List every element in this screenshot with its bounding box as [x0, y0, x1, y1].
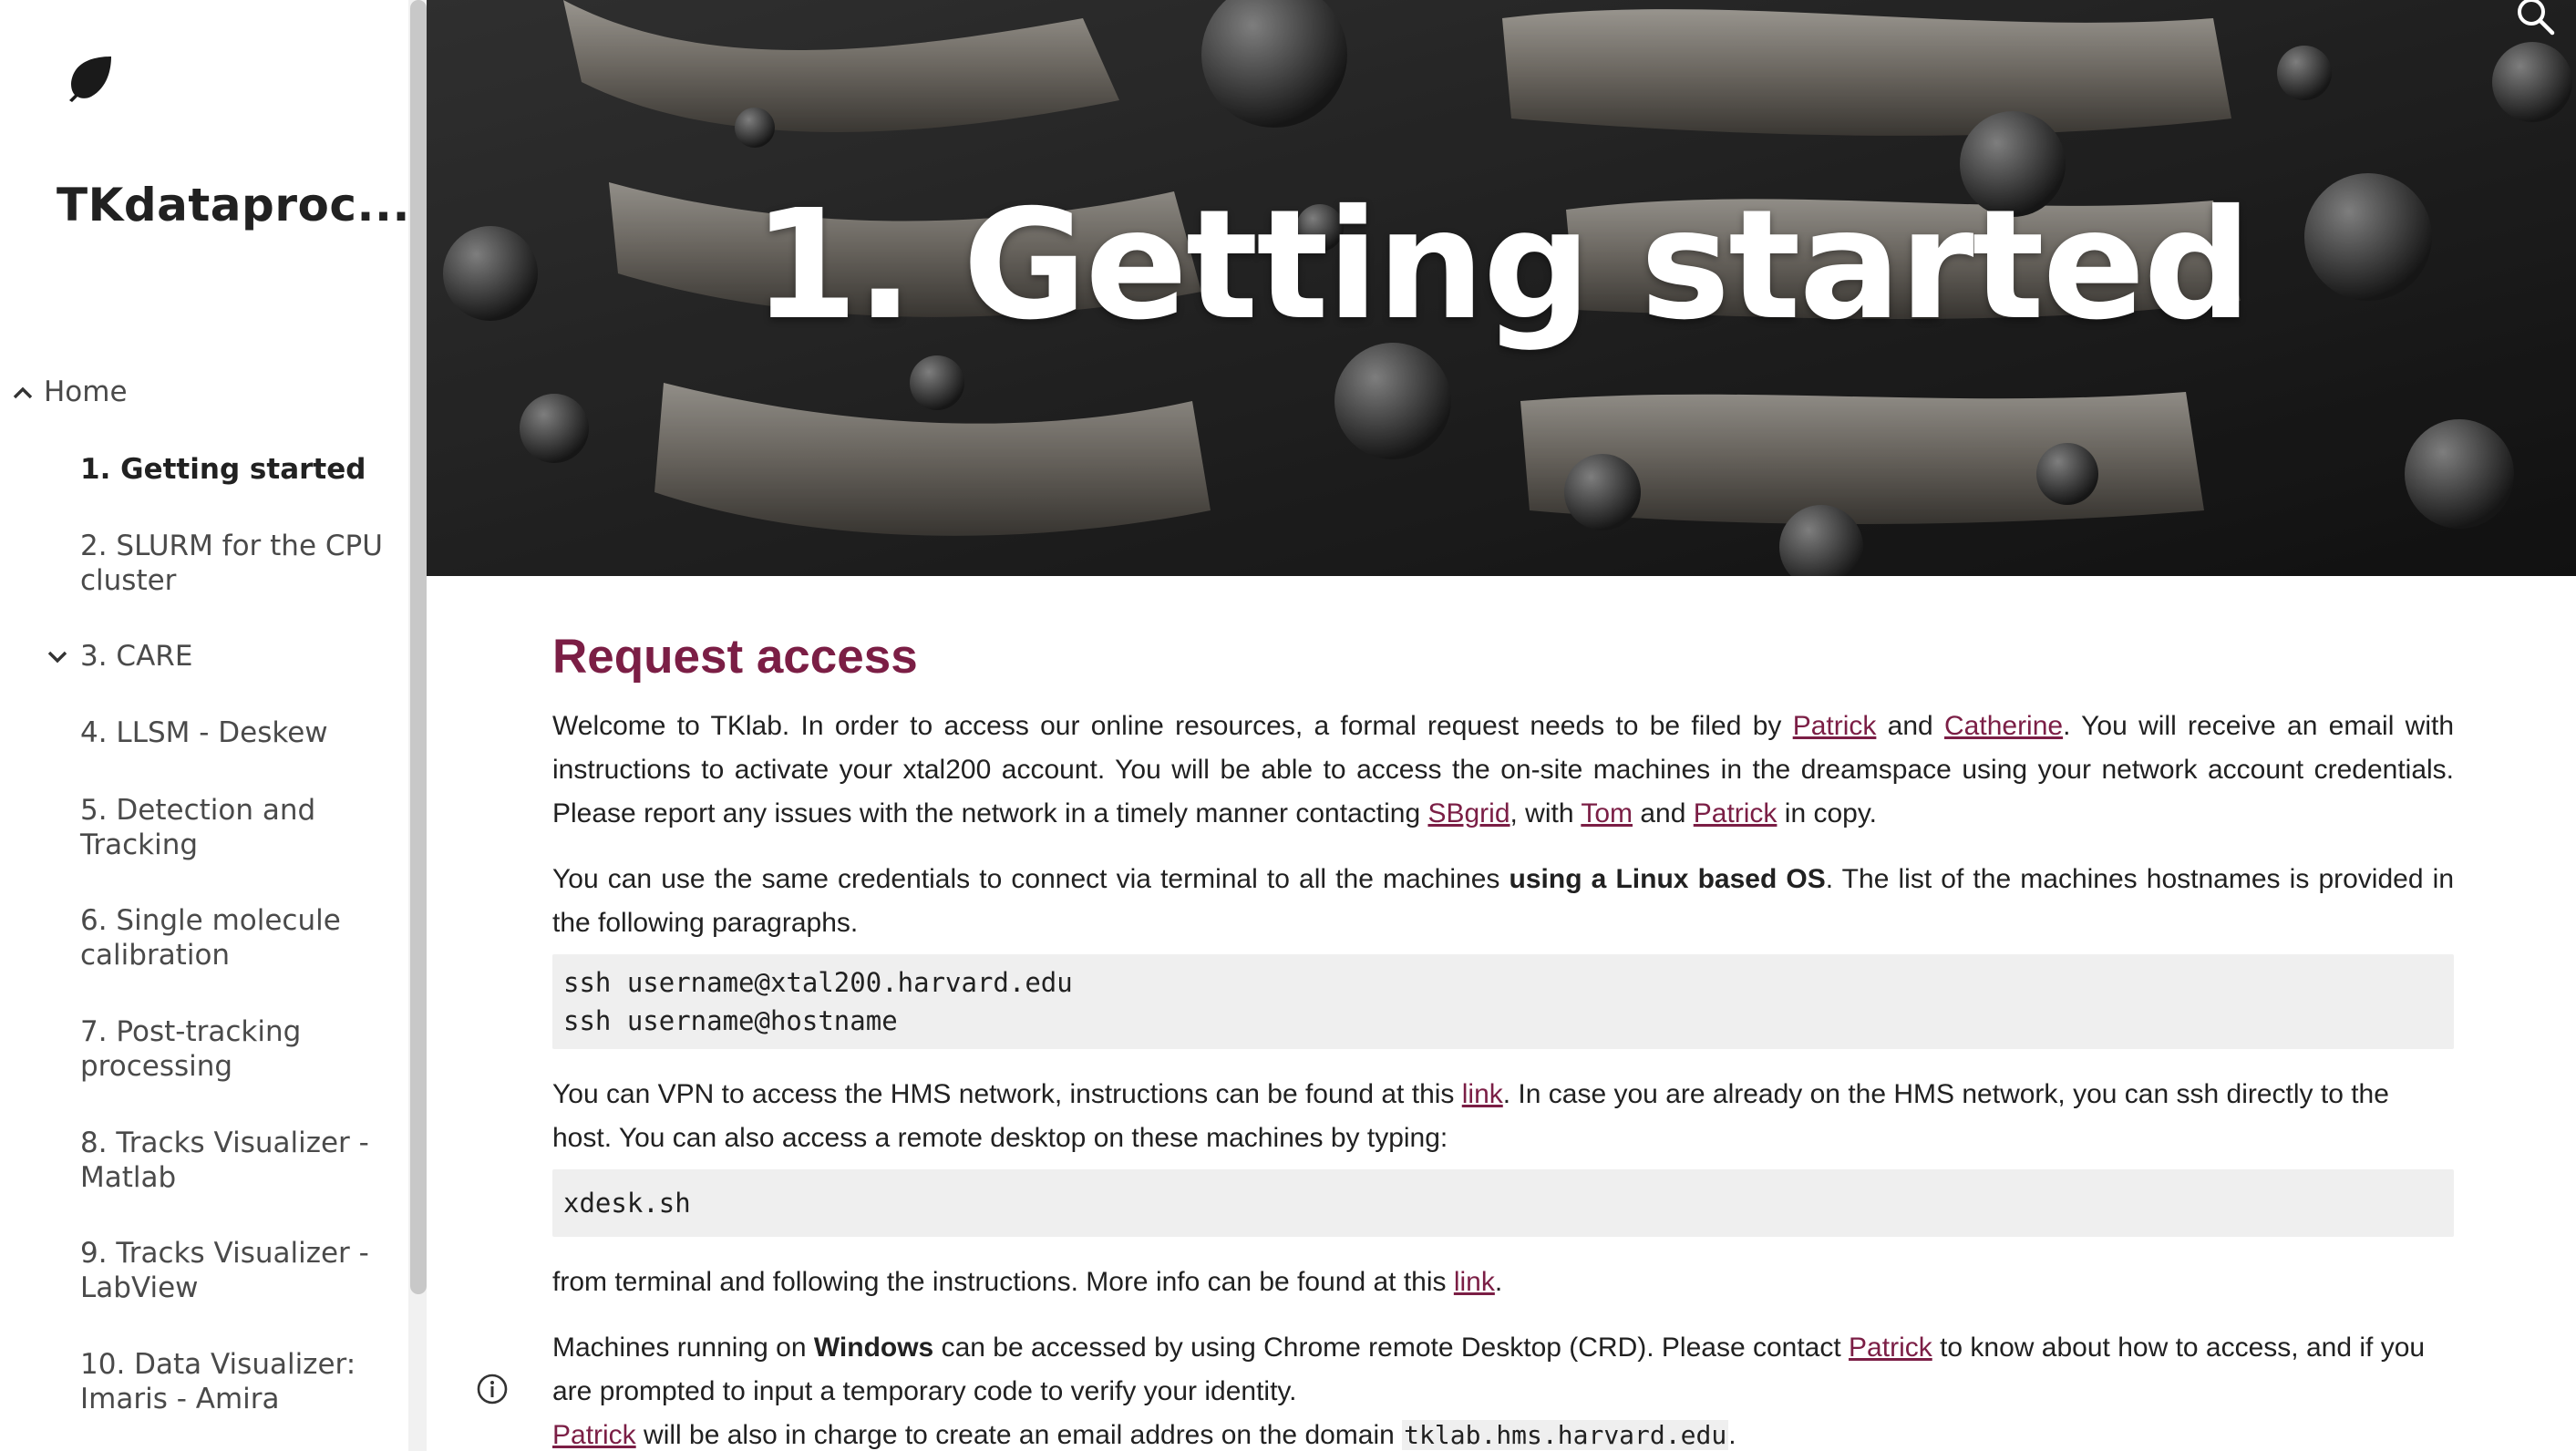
- text: Machines running on: [552, 1333, 814, 1363]
- code-line: ssh username@hostname: [563, 1005, 898, 1036]
- text: and: [1876, 711, 1945, 741]
- sidebar-item-data-visualizer[interactable]: 10. Data Visualizer: Imaris - Amira: [80, 1347, 390, 1416]
- paragraph-email: Patrick will be also in charge to create…: [552, 1414, 2454, 1451]
- sidebar-item-post-tracking[interactable]: 7. Post-tracking processing: [80, 1014, 390, 1084]
- text: Welcome to TKlab. In order to access our…: [552, 711, 1793, 741]
- sidebar-item-tracks-labview[interactable]: 9. Tracks Visualizer - LabView: [80, 1236, 390, 1305]
- paragraph-welcome: Welcome to TKlab. In order to access our…: [552, 705, 2454, 836]
- section-heading-request-access: Request access: [552, 630, 918, 684]
- paragraph-terminal: from terminal and following the instruct…: [552, 1261, 2454, 1304]
- text: .: [1728, 1420, 1736, 1450]
- sidebar-item-care[interactable]: 3. CARE: [80, 639, 390, 674]
- sidebar-item-llsm-deskew[interactable]: 4. LLSM - Deskew: [80, 715, 390, 750]
- link-tom[interactable]: Tom: [1581, 798, 1633, 828]
- link-patrick[interactable]: Patrick: [1849, 1333, 1932, 1363]
- text: You can use the same credentials to conn…: [552, 864, 1510, 894]
- link-vpn[interactable]: link: [1462, 1079, 1503, 1109]
- inline-code-domain: tklab.hms.harvard.edu: [1402, 1420, 1729, 1450]
- text: .: [1494, 1267, 1503, 1297]
- code-block-ssh[interactable]: ssh username@xtal200.harvard.edu ssh use…: [552, 954, 2454, 1049]
- bold-text: using a Linux based OS: [1509, 864, 1826, 894]
- search-icon[interactable]: [2512, 0, 2558, 38]
- sidebar-item-tracks-matlab[interactable]: 8. Tracks Visualizer - Matlab: [80, 1126, 390, 1195]
- main-content: Request access Welcome to TKlab. In orde…: [552, 629, 2454, 1451]
- paragraph-credentials: You can use the same credentials to conn…: [552, 858, 2454, 945]
- chevron-up-icon[interactable]: [9, 379, 36, 406]
- text: will be also in charge to create an emai…: [635, 1420, 1403, 1450]
- text: You can VPN to access the HMS network, i…: [552, 1079, 1462, 1109]
- link-catherine[interactable]: Catherine: [1944, 711, 2063, 741]
- sidebar-item-getting-started[interactable]: 1. Getting started: [80, 452, 390, 487]
- page-title: 1. Getting started: [752, 178, 2251, 354]
- leaf-logo-icon[interactable]: [66, 53, 115, 102]
- sidebar-item-detection-tracking[interactable]: 5. Detection and Tracking: [80, 793, 390, 862]
- paragraph-windows: Machines running on Windows can be acces…: [552, 1326, 2454, 1414]
- sidebar-item-home[interactable]: Home: [44, 375, 354, 409]
- text: and: [1633, 798, 1694, 828]
- sidebar-item-slurm[interactable]: 2. SLURM for the CPU cluster: [80, 529, 390, 598]
- link-patrick[interactable]: Patrick: [552, 1420, 636, 1450]
- info-icon[interactable]: [476, 1373, 509, 1405]
- text: , with: [1510, 798, 1582, 828]
- paragraph-vpn: You can VPN to access the HMS network, i…: [552, 1073, 2454, 1160]
- code-line: ssh username@xtal200.harvard.edu: [563, 967, 1073, 998]
- link-more-info[interactable]: link: [1454, 1267, 1495, 1297]
- text: from terminal and following the instruct…: [552, 1267, 1454, 1297]
- site-title[interactable]: TKdataproc...: [57, 179, 421, 232]
- text: can be accessed by using Chrome remote D…: [933, 1333, 1850, 1363]
- sidebar-item-single-molecule[interactable]: 6. Single molecule calibration: [80, 903, 390, 972]
- link-patrick[interactable]: Patrick: [1793, 711, 1877, 741]
- sidebar-scrollbar[interactable]: [410, 0, 427, 1294]
- code-block-xdesk[interactable]: xdesk.sh: [552, 1169, 2454, 1237]
- chevron-down-icon[interactable]: [44, 643, 71, 670]
- hero-banner: 1. Getting started: [427, 0, 2576, 576]
- bold-text: Windows: [813, 1333, 934, 1363]
- link-sbgrid[interactable]: SBgrid: [1427, 798, 1510, 828]
- code-line: xdesk.sh: [563, 1188, 691, 1219]
- sidebar: TKdataproc... Home 1. Getting started 2.…: [0, 0, 427, 1451]
- link-patrick[interactable]: Patrick: [1694, 798, 1777, 828]
- text: in copy.: [1777, 798, 1877, 828]
